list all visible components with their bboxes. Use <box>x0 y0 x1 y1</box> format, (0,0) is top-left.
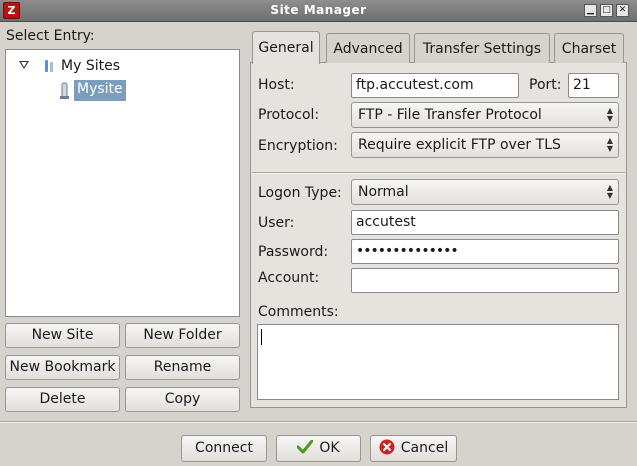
host-input[interactable]: ftp.accutest.com <box>351 73 519 98</box>
close-icon[interactable]: ✕ <box>616 4 629 17</box>
logon-type-select[interactable]: Normal ▲ ▼ <box>351 179 619 205</box>
tree-item-mysite[interactable]: Mysite <box>74 80 126 101</box>
encryption-value: Require explicit FTP over TLS <box>358 137 561 153</box>
separator <box>252 172 625 174</box>
ok-label: OK <box>319 440 340 456</box>
minimize-icon[interactable]: ▁ <box>584 4 597 17</box>
tree-root-my-sites[interactable]: My Sites <box>61 58 120 74</box>
tab-charset[interactable]: Charset <box>554 33 624 63</box>
password-label: Password: <box>258 244 329 260</box>
site-tree[interactable]: My Sites Mysite <box>5 49 240 317</box>
tab-transfer-settings[interactable]: Transfer Settings <box>414 33 550 63</box>
password-input[interactable]: •••••••••••••• <box>351 239 619 264</box>
user-input[interactable]: accutest <box>351 210 619 235</box>
select-entry-label: Select Entry: <box>6 28 95 44</box>
protocol-select[interactable]: FTP - File Transfer Protocol ▲ ▼ <box>351 102 619 128</box>
checkmark-icon <box>297 439 314 453</box>
combo-arrows-icon: ▲ ▼ <box>606 136 614 153</box>
encryption-select[interactable]: Require explicit FTP over TLS ▲ ▼ <box>351 132 619 158</box>
ok-button[interactable]: OK <box>276 435 361 462</box>
new-bookmark-button[interactable]: New Bookmark <box>5 355 120 380</box>
text-caret <box>261 329 262 345</box>
combo-arrows-icon: ▲ ▼ <box>606 183 614 200</box>
comments-textarea[interactable] <box>257 324 619 400</box>
cancel-label: Cancel <box>400 440 449 456</box>
account-input[interactable] <box>351 268 619 293</box>
new-folder-button[interactable]: New Folder <box>125 323 240 348</box>
rename-button[interactable]: Rename <box>125 355 240 380</box>
window-title: Site Manager <box>270 3 367 17</box>
connect-button[interactable]: Connect <box>181 435 267 462</box>
site-icon <box>60 82 69 99</box>
encryption-label: Encryption: <box>258 138 338 154</box>
footer-separator <box>0 421 637 423</box>
copy-button[interactable]: Copy <box>125 387 240 412</box>
user-label: User: <box>258 215 295 231</box>
delete-button[interactable]: Delete <box>5 387 120 412</box>
tab-advanced[interactable]: Advanced <box>326 33 410 63</box>
title-bar: Z Site Manager ▁ □ ✕ <box>0 0 637 22</box>
port-input[interactable]: 21 <box>568 73 619 98</box>
account-label: Account: <box>258 270 320 286</box>
comments-label: Comments: <box>258 304 339 320</box>
folder-icon <box>45 60 53 72</box>
port-label: Port: <box>529 77 562 93</box>
host-label: Host: <box>258 77 295 93</box>
maximize-icon[interactable]: □ <box>600 4 613 17</box>
expander-inner <box>21 62 27 67</box>
cancel-icon <box>379 439 395 454</box>
protocol-value: FTP - File Transfer Protocol <box>358 107 542 123</box>
tab-general[interactable]: General <box>252 31 320 64</box>
cancel-button[interactable]: Cancel <box>370 435 457 462</box>
combo-arrows-icon: ▲ ▼ <box>606 106 614 123</box>
protocol-label: Protocol: <box>258 107 320 123</box>
logon-type-label: Logon Type: <box>258 185 342 201</box>
logon-type-value: Normal <box>358 184 409 200</box>
new-site-button[interactable]: New Site <box>5 323 120 348</box>
